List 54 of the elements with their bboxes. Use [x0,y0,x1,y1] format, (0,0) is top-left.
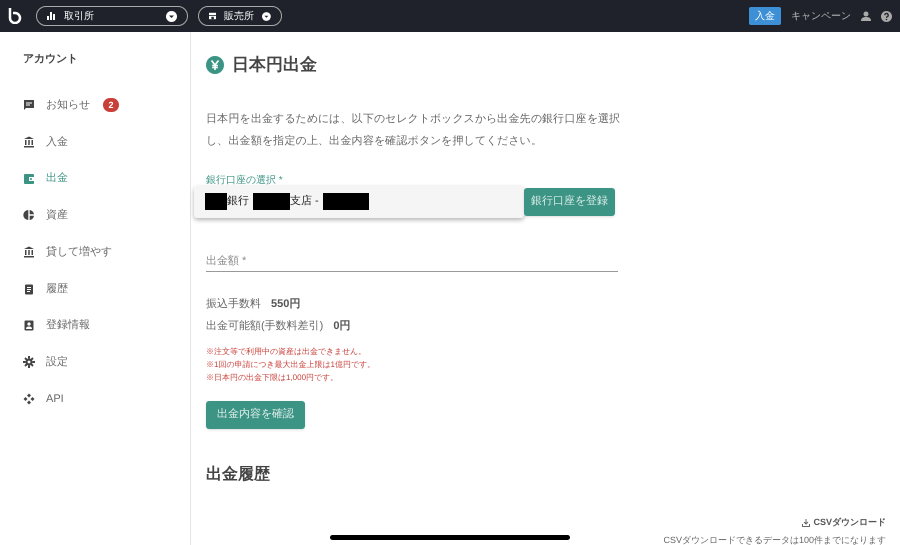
download-icon [802,518,810,527]
select-label: 銀行口座の選択 * [206,176,284,186]
yen-icon [206,56,224,74]
csv-note: CSVダウンロードできるデータは100件までになります [663,534,886,545]
deposit-button[interactable]: 入金 [749,7,781,25]
help-icon[interactable] [881,10,892,22]
bank-icon [23,246,35,258]
sidebar-item[interactable]: API [23,380,190,418]
redaction-mark [253,193,290,210]
fee-label: 出金可能額(手数料差引) [206,318,324,334]
settings-icon [23,356,35,368]
sidebar-item[interactable]: 登録情報 [23,307,190,344]
fee-value: 0円 [333,319,350,334]
diamond-arrows-icon [23,392,35,405]
redaction-mark [205,193,227,210]
page-title: 日本円出金 [232,54,317,76]
sidebar-item[interactable]: お知らせ 2 [23,87,190,124]
id-badge-icon [23,319,35,332]
bank-icon [23,136,35,148]
warning-note: ※日本円の出金下限は1,000円です。 [206,372,340,382]
sidebar-item[interactable]: 資産 [23,197,190,234]
csv-download-link[interactable]: CSVダウンロード [802,516,886,530]
user-icon[interactable] [861,11,871,21]
sidebar-item[interactable]: 出金 [23,160,190,198]
clipboard-icon [23,282,35,295]
description-text: 日本円を出金するためには、以下のセレクトボックスから出金先の銀行口座を選択し、出金額を指定の上、出金内容を確認ボタンを押してください。 [206,112,622,148]
sidebar-heading: アカウント [23,52,79,65]
caret-icon [262,10,271,22]
caret-icon [166,10,177,22]
pie-chart-icon [23,209,35,222]
fee-value: 550円 [271,296,300,312]
sidebar-item[interactable]: 貸して増やす [23,234,190,270]
notification-badge: 2 [103,98,119,112]
shop-selector[interactable]: 販売所 [198,6,282,26]
bar-chart-icon [47,12,56,20]
fee-label: 振込手数料 [206,296,261,312]
branch-text: 支店 - [290,194,319,210]
market-selector[interactable]: 取引所 [36,6,188,26]
confirm-button[interactable]: 出金内容を確認 [206,400,305,428]
redaction-mark [322,193,369,210]
bank-name-text: 銀行 [227,194,249,210]
wallet-icon [23,172,35,185]
campaign-link[interactable]: キャンペーン [791,8,851,24]
store-icon [209,12,216,20]
message-icon [23,99,35,112]
history-title: 出金履歴 [206,464,271,484]
logo-icon [8,8,22,24]
sidebar-item[interactable]: 設定 [23,344,190,380]
bank-account-option[interactable]: 銀行 支店 - [194,186,524,218]
warning-note: ※1回の申請につき最大出金上限は1億円です。 [206,360,376,370]
sidebar-item[interactable]: 入金 [23,124,190,160]
amount-field[interactable]: 出金額 * [206,244,618,272]
warning-note: ※注文等で利用中の資産は出金できません。 [206,346,367,356]
sidebar-item[interactable]: 履歴 [23,270,190,308]
